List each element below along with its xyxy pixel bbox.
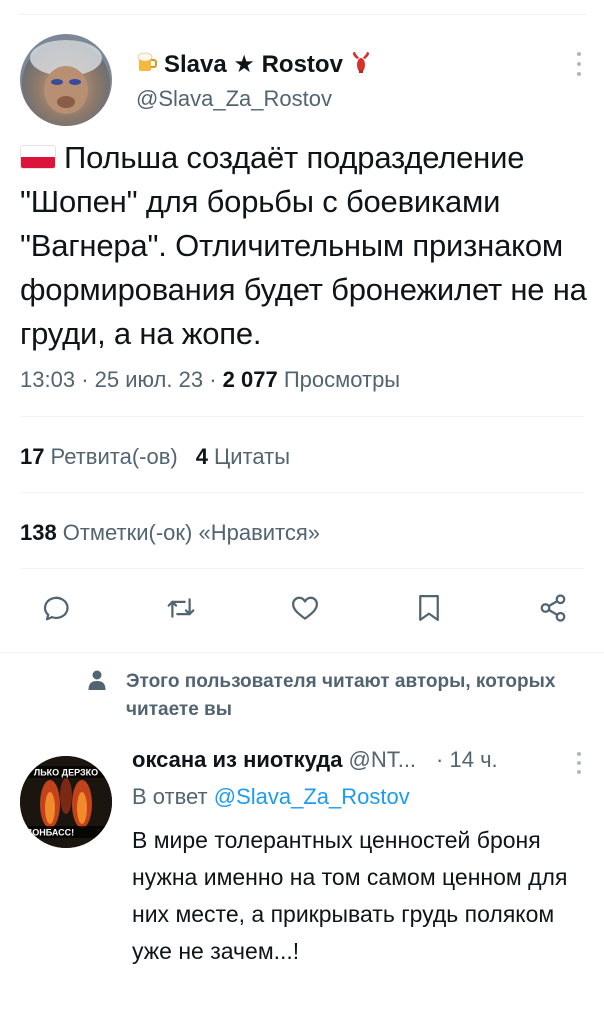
likes-stat[interactable]: 138 Отметки(-ок) «Нравится» [20, 520, 320, 546]
likes-count: 138 [20, 520, 57, 545]
reply-handle[interactable]: @NT... [348, 747, 416, 773]
reply-time-value: 14 ч. [449, 747, 498, 772]
reply-icon[interactable] [40, 591, 74, 625]
retweets-label: Ретвита(-ов) [50, 444, 178, 469]
reply-header: оксана из ниоткуда @NT... · 14 ч. [132, 747, 498, 773]
divider [20, 492, 584, 493]
like-icon[interactable] [288, 591, 322, 625]
beer-mug-icon [136, 51, 158, 78]
poland-flag-icon [20, 145, 56, 169]
reply-author-avatar[interactable]: ЛЬКО ДЕРЗКО ДОНБАСС! [20, 756, 112, 848]
reply-more-options-icon[interactable] [576, 752, 582, 774]
author-name-row[interactable]: Slava ★ Rostov [136, 50, 373, 79]
reply-text: В мире толерантных ценностей броня нужна… [132, 827, 568, 964]
views-count: 2 077 [222, 367, 278, 392]
tweet-date[interactable]: 25 июл. 23 [95, 367, 203, 392]
avatar-caption-bottom: ДОНБАСС! [26, 828, 74, 838]
quotes-label: Цитаты [213, 444, 291, 469]
crawfish-icon [349, 50, 373, 79]
action-bar [40, 588, 570, 628]
divider [20, 416, 584, 417]
social-context-notice: Этого пользователя читают авторы, которы… [88, 668, 556, 724]
likes-label: Отметки(-ок) «Нравится» [62, 520, 321, 545]
meta-separator: · [209, 367, 217, 392]
reply-dot: · [436, 747, 444, 772]
quotes-count: 4 [195, 444, 208, 469]
tweet-text: Польша создаёт подразделение "Шопен" для… [20, 140, 587, 351]
reply-display-name[interactable]: оксана из ниоткуда [132, 747, 342, 773]
person-icon [88, 670, 106, 695]
share-icon[interactable] [536, 591, 570, 625]
tweet-time[interactable]: 13:03 [20, 367, 75, 392]
reply-time[interactable]: · 14 ч. [436, 747, 498, 773]
reply-to-handle-link[interactable]: @Slava_Za_Rostov [214, 784, 410, 809]
author-handle[interactable]: @Slava_Za_Rostov [136, 86, 332, 112]
author-display-name[interactable]: Slava ★ Rostov [164, 50, 343, 79]
tweet-meta: 13:03 · 25 июл. 23 · 2 077 Просмотры [20, 367, 400, 393]
notice-text: Этого пользователя читают авторы, которы… [126, 671, 556, 720]
reply-to-line: В ответ @Slava_Za_Rostov [132, 784, 410, 810]
divider [20, 568, 584, 569]
quotes-stat[interactable]: 4 Цитаты [196, 444, 290, 469]
retweets-count: 17 [20, 444, 45, 469]
retweets-stat[interactable]: 17 Ретвита(-ов) [20, 444, 178, 469]
bookmark-icon[interactable] [412, 591, 446, 625]
retweet-icon[interactable] [164, 591, 198, 625]
avatar-caption-top: ЛЬКО ДЕРЗКО [34, 768, 98, 778]
reply-to-prefix: В ответ [132, 784, 208, 809]
top-divider [18, 14, 586, 15]
retweet-quote-stats: 17 Ретвита(-ов) 4 Цитаты [20, 444, 290, 470]
more-options-icon[interactable] [576, 52, 582, 76]
tweet-body: Польша создаёт подразделение "Шопен" для… [20, 136, 590, 356]
views-label: Просмотры [283, 367, 401, 392]
author-avatar[interactable] [20, 34, 112, 126]
section-divider [0, 652, 604, 653]
meta-separator: · [81, 367, 89, 392]
